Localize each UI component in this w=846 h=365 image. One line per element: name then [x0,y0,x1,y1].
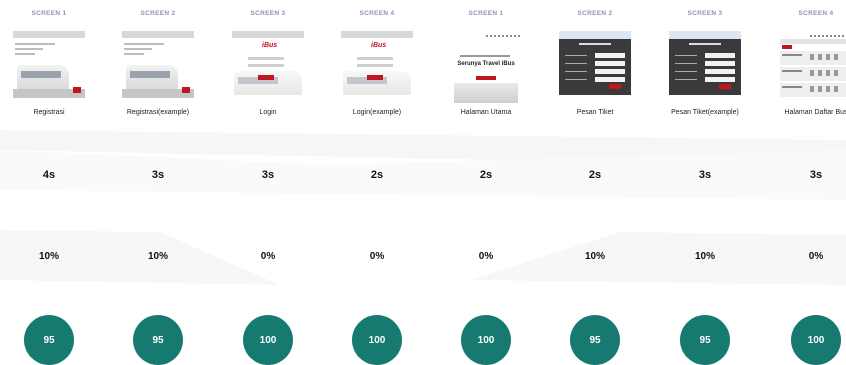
completion-time: 3s [698,169,712,181]
screen-label: SCREEN 4 [359,10,395,17]
screen-thumbnail[interactable]: iBus [232,31,304,103]
screen-name: Registrasi(example) [126,109,190,116]
bus-image [454,83,518,103]
screen-column-5: SCREEN 1 Serunya Travel iBus Halaman Uta… [436,0,536,365]
completion-time: 4s [42,169,56,181]
score-badge: 100 [461,315,511,365]
screen-thumbnail[interactable]: Serunya Travel iBus [450,31,522,103]
error-rate: 0% [260,251,276,262]
screen-column-2: SCREEN 2 Registrasi(example) 3s 10% 95 [108,0,208,365]
screen-label: SCREEN 1 [31,10,67,17]
error-rate: 10% [38,251,59,262]
screen-column-6: SCREEN 2 Pesan Tiket 2s 10% 95 [545,0,645,365]
screen-name: Login [259,109,277,116]
screen-column-3: SCREEN 3 iBus Login 3s 0% 100 [218,0,318,365]
screen-name: Halaman Utama [460,109,512,116]
screen-thumbnail[interactable] [780,31,846,103]
screen-name: Login(example) [352,109,402,116]
error-rate: 0% [478,251,494,262]
error-rate: 0% [369,251,385,262]
screen-column-8: SCREEN 4 Halaman Daftar Bus 3s 0% 100 [766,0,846,365]
ibus-logo: iBus [262,42,278,49]
score-badge: 95 [570,315,620,365]
screen-column-7: SCREEN 3 Pesan Tiket(example) 3s 10% 95 [655,0,755,365]
screen-label: SCREEN 4 [798,10,834,17]
score-badge: 95 [680,315,730,365]
error-rate: 10% [147,251,168,262]
screen-label: SCREEN 2 [140,10,176,17]
home-hero-title: Serunya Travel iBus [457,61,515,67]
screen-name: Pesan Tiket(example) [671,109,739,116]
bus-image [126,65,178,91]
screen-name: Halaman Daftar Bus [784,109,846,116]
screen-thumbnail[interactable] [122,31,194,103]
screen-thumbnail[interactable] [559,31,631,103]
score-badge: 95 [24,315,74,365]
completion-time: 3s [261,169,275,181]
completion-time: 2s [370,169,384,181]
completion-time: 3s [151,169,165,181]
completion-time: 2s [588,169,602,181]
ibus-logo: iBus [371,42,387,49]
error-rate: 10% [584,251,605,262]
screen-thumbnail[interactable]: iBus [341,31,413,103]
error-rate: 10% [694,251,715,262]
error-rate: 0% [808,251,824,262]
score-badge: 100 [243,315,293,365]
screen-thumbnail[interactable] [669,31,741,103]
screen-thumbnail[interactable] [13,31,85,103]
screen-column-4: SCREEN 4 iBus Login(example) 2s 0% 100 [327,0,427,365]
score-badge: 95 [133,315,183,365]
completion-time: 2s [479,169,493,181]
screen-label: SCREEN 3 [250,10,286,17]
score-badge: 100 [791,315,841,365]
completion-time: 3s [809,169,823,181]
screen-name: Pesan Tiket [576,109,614,116]
bus-image [17,65,69,91]
screen-label: SCREEN 1 [468,10,504,17]
screen-name: Registrasi [33,109,65,116]
screen-label: SCREEN 3 [687,10,723,17]
score-badge: 100 [352,315,402,365]
screen-column-1: SCREEN 1 Registrasi 4s 10% 95 [0,0,99,365]
screen-label: SCREEN 2 [577,10,613,17]
